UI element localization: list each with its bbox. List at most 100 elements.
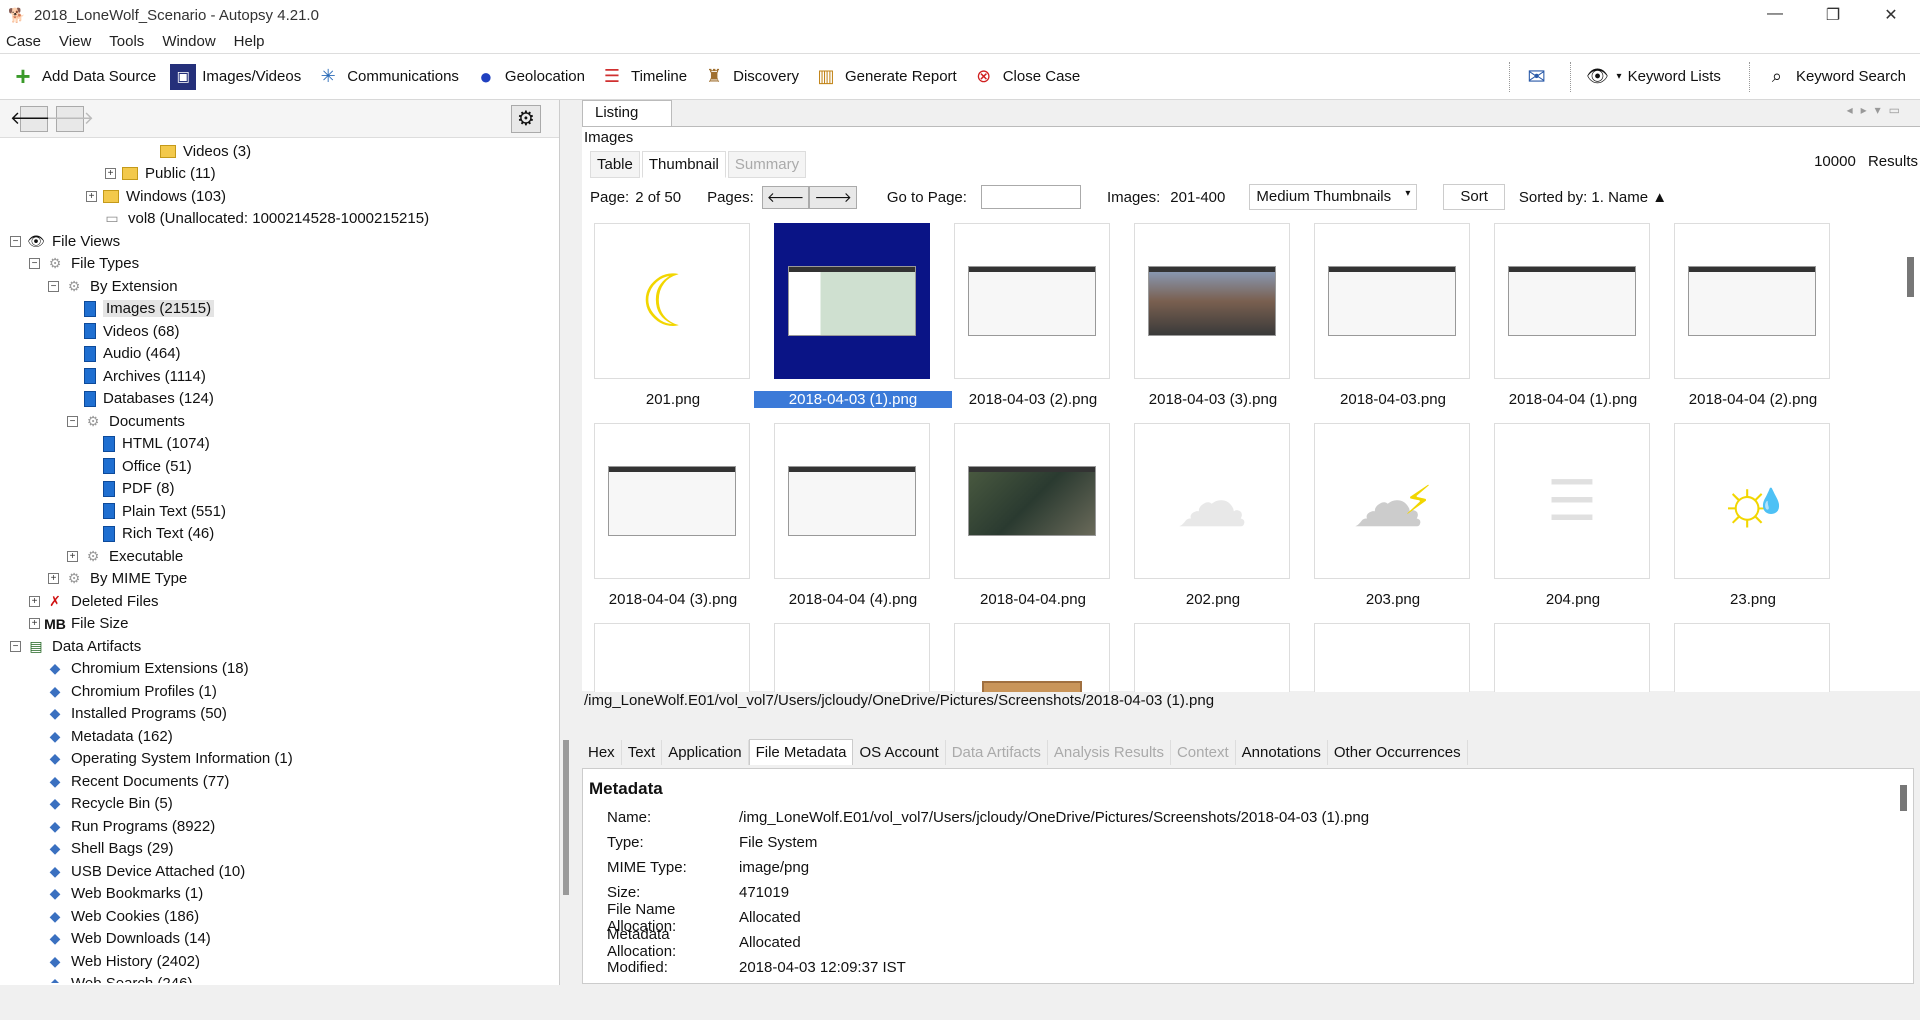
images-videos-button[interactable]: ▣ Images/Videos (170, 63, 301, 90)
tree-node[interactable]: + ✗ Deleted Files (0, 590, 559, 613)
thumbnail-image[interactable] (954, 223, 1110, 379)
tab-context[interactable]: Context (1171, 739, 1236, 765)
tab-summary[interactable]: Summary (727, 151, 807, 178)
thumbnail-item[interactable] (954, 623, 1112, 698)
tab-table[interactable]: Table (590, 151, 640, 178)
thumbnail-item[interactable]: ☁ 202.png (1134, 423, 1292, 623)
tree-node[interactable]: + Public (11) (0, 163, 559, 186)
expand-toggle-icon[interactable]: − (10, 640, 21, 652)
thumbnail-image[interactable] (1494, 623, 1650, 698)
generate-report-button[interactable]: ▥ Generate Report (813, 64, 956, 90)
sort-button[interactable]: Sort (1443, 184, 1505, 210)
tree-node[interactable]: ◆ Recycle Bin (5) (0, 793, 559, 816)
thumbnail-image[interactable] (1674, 223, 1830, 379)
tree-node[interactable]: − ⚙ File Types (0, 253, 559, 276)
thumbnail-image[interactable] (774, 423, 930, 579)
tree-node[interactable]: ◆ Chromium Profiles (1) (0, 680, 559, 703)
email-icon[interactable]: ✉ (1524, 64, 1550, 90)
tab-application[interactable]: Application (662, 739, 749, 765)
thumbnail-image[interactable]: ☁ (1134, 423, 1290, 579)
tree-node[interactable]: ◆ Installed Programs (50) (0, 703, 559, 726)
prev-page-button[interactable]: 🡐 (761, 185, 810, 209)
thumbnail-image[interactable] (774, 223, 930, 379)
tree-node[interactable]: ◆ Recent Documents (77) (0, 770, 559, 793)
thumbnail-image[interactable]: ☰ (1494, 423, 1650, 579)
tree-node[interactable]: PDF (8) (0, 478, 559, 501)
expand-toggle-icon[interactable]: − (48, 280, 59, 292)
thumbnail-item[interactable]: ☼ 💧 23.png (1674, 423, 1832, 623)
metadata-scrollbar[interactable] (1900, 785, 1907, 811)
tree-node[interactable]: ◆ Operating System Information (1) (0, 748, 559, 771)
tree-node[interactable]: ◆ Run Programs (8922) (0, 815, 559, 838)
tree-node[interactable]: + ⚙ By MIME Type (0, 568, 559, 591)
tab-hex[interactable]: Hex (582, 739, 622, 765)
thumbnail-item[interactable]: 2018-04-03 (1).png (754, 223, 952, 423)
thumbnail-item[interactable]: ☁ (594, 623, 752, 698)
tree-node[interactable]: + Windows (103) (0, 185, 559, 208)
thumbnail-image[interactable] (594, 423, 750, 579)
thumbnail-item[interactable] (1314, 623, 1472, 698)
expand-toggle-icon[interactable]: + (86, 190, 97, 202)
thumbnail-image[interactable] (954, 423, 1110, 579)
menu-tools[interactable]: Tools (109, 33, 144, 50)
thumbnail-item[interactable]: 2018-04-04 (1).png (1494, 223, 1652, 423)
tree-node[interactable]: ◆ Web Bookmarks (1) (0, 883, 559, 906)
thumbnail-item[interactable]: 2018-04-04 (3).png (594, 423, 752, 623)
expand-toggle-icon[interactable]: + (29, 595, 40, 607)
grid-scrollbar[interactable] (1907, 257, 1914, 297)
tab-other-occurrences[interactable]: Other Occurrences (1328, 739, 1468, 765)
expand-toggle-icon[interactable]: − (29, 258, 40, 270)
thumbnail-item[interactable]: 2018-04-03 (2).png (954, 223, 1112, 423)
forward-arrow-icon[interactable]: 🡒 (46, 105, 94, 132)
tree-node[interactable]: ◆ Metadata (162) (0, 725, 559, 748)
tree-node[interactable]: − ⚙ By Extension (0, 275, 559, 298)
tree-scrollbar[interactable] (563, 740, 569, 895)
thumbnail-image[interactable] (1674, 623, 1830, 698)
tree-node[interactable]: HTML (1074) (0, 433, 559, 456)
tree-node[interactable]: Archives (1114) (0, 365, 559, 388)
maximize-button[interactable]: ❐ (1804, 5, 1862, 25)
thumbnail-image[interactable]: ☁ ⚡ (1314, 423, 1470, 579)
add-data-source-button[interactable]: + Add Data Source (10, 61, 156, 91)
tree-node[interactable]: Audio (464) (0, 343, 559, 366)
thumbnail-item[interactable]: 2018-04-03.png (1314, 223, 1472, 423)
goto-page-input[interactable] (980, 185, 1081, 209)
expand-toggle-icon[interactable]: − (10, 235, 21, 247)
thumbnail-item[interactable]: 2018-04-04 (4).png (774, 423, 932, 623)
thumbnail-item[interactable]: 2018-04-03 (3).png (1134, 223, 1292, 423)
tab-data-artifacts[interactable]: Data Artifacts (946, 739, 1048, 765)
tree-node[interactable]: Videos (3) (0, 140, 559, 163)
tree-node[interactable]: ◆ Web Search (246) (0, 973, 559, 983)
menu-view[interactable]: View (59, 33, 91, 50)
close-window-button[interactable]: ✕ (1862, 5, 1920, 25)
thumbnail-item[interactable] (1494, 623, 1652, 698)
communications-button[interactable]: ✳ Communications (315, 64, 459, 90)
timeline-button[interactable]: ☰ Timeline (599, 64, 687, 90)
tab-text[interactable]: Text (622, 739, 663, 765)
expand-toggle-icon[interactable]: + (29, 618, 40, 630)
thumbnail-item[interactable]: 2018-04-04 (2).png (1674, 223, 1832, 423)
discovery-button[interactable]: ♜ Discovery (701, 64, 799, 90)
thumbnail-image[interactable] (1314, 623, 1470, 698)
minimize-button[interactable]: — (1746, 5, 1804, 25)
tree-node[interactable]: − ⚙ Documents (0, 410, 559, 433)
tree-node[interactable]: + ⚙ Executable (0, 545, 559, 568)
panel-controls[interactable]: ◂▸▾▭ (1847, 103, 1908, 117)
thumbnail-item[interactable]: ▯ (1134, 623, 1292, 698)
thumbnail-image[interactable]: ▯ (774, 623, 930, 698)
menu-case[interactable]: Case (6, 33, 41, 50)
tab-listing[interactable]: Listing (582, 100, 672, 126)
tree-node[interactable]: − 👁 File Views (0, 230, 559, 253)
thumbnail-image[interactable]: ☾ (594, 223, 750, 379)
tree-node[interactable]: − ▤ Data Artifacts (0, 635, 559, 658)
tab-analysis-results[interactable]: Analysis Results (1048, 739, 1171, 765)
menu-help[interactable]: Help (234, 33, 265, 50)
thumbnail-size-select[interactable]: Medium Thumbnails ▾ (1249, 184, 1418, 210)
geolocation-button[interactable]: ● Geolocation (473, 64, 585, 90)
expand-toggle-icon[interactable]: + (48, 573, 59, 585)
tree-node[interactable]: + MB File Size (0, 613, 559, 636)
keyword-search-button[interactable]: ⌕ Keyword Search (1764, 64, 1906, 90)
tree-node[interactable]: Databases (124) (0, 388, 559, 411)
tree-node[interactable]: Images (21515) (0, 298, 559, 321)
thumbnail-item[interactable]: ▯ (774, 623, 932, 698)
